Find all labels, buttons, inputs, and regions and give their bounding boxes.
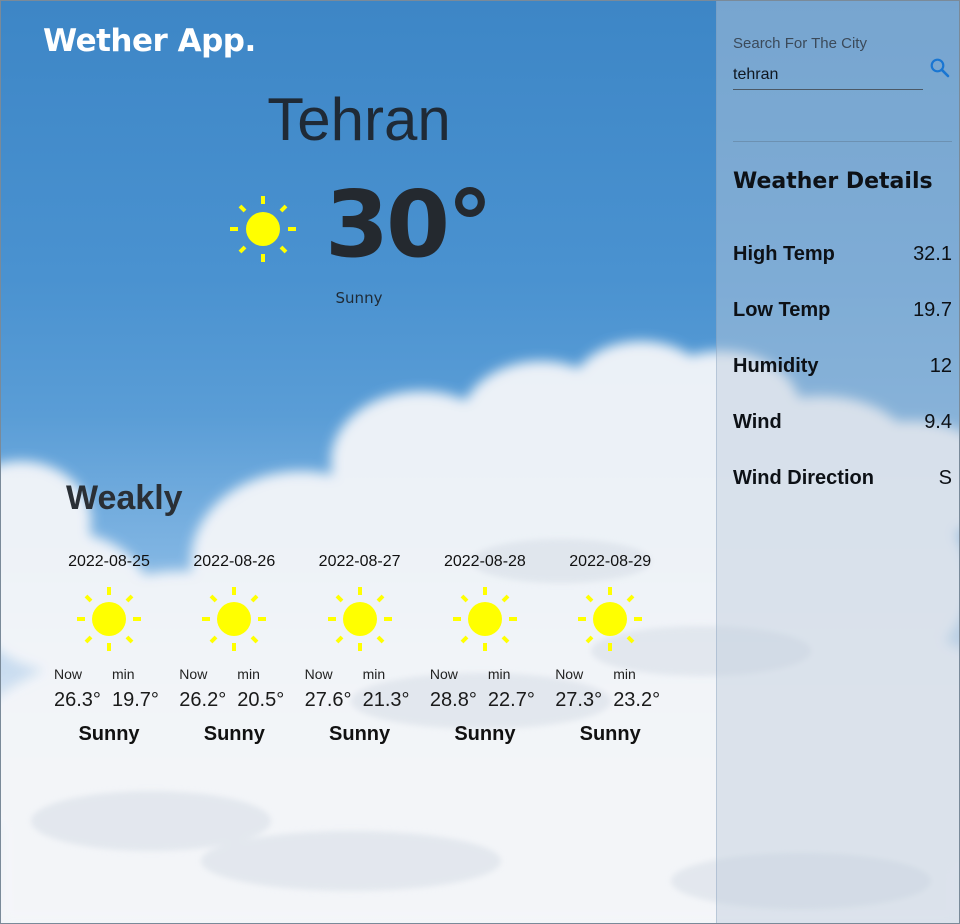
- now-temperature: 27.6°: [304, 689, 352, 711]
- min-temperature: 21.3°: [362, 689, 410, 711]
- search-label: Search For The City: [733, 35, 867, 52]
- details-sidebar: Search For The City Weather Details High…: [716, 1, 959, 923]
- detail-label: Wind: [733, 411, 782, 433]
- min-temperature: 20.5°: [237, 689, 285, 711]
- now-temperature: 26.2°: [179, 689, 227, 711]
- detail-label: Low Temp: [733, 299, 831, 321]
- detail-value: S: [938, 467, 952, 489]
- now-temperature: 27.3°: [555, 689, 603, 711]
- weekly-title: Weakly: [66, 479, 183, 517]
- forecast-date: 2022-08-27: [318, 553, 401, 570]
- detail-value: 19.7: [913, 299, 952, 321]
- now-temperature: 28.8°: [429, 689, 477, 711]
- forecast-date: 2022-08-26: [193, 553, 276, 570]
- sun-icon: [452, 587, 517, 651]
- current-temperature: 30°: [325, 171, 493, 278]
- forecast-date: 2022-08-28: [443, 553, 526, 570]
- now-label: Now: [429, 666, 458, 682]
- now-label: Now: [304, 666, 333, 682]
- city-search-input[interactable]: [733, 61, 923, 90]
- min-label: min: [362, 666, 386, 682]
- detail-row: Low Temp 19.7: [733, 299, 952, 325]
- sun-icon: [202, 587, 267, 651]
- forecast-condition: Sunny: [78, 723, 140, 745]
- detail-row: Wind Direction S: [733, 467, 952, 493]
- search-button[interactable]: [929, 57, 951, 79]
- search-icon: [930, 58, 950, 78]
- app-window: Wether App. Tehran 30° Sunny Weakly 2022…: [0, 0, 960, 924]
- min-temperature: 23.2°: [613, 689, 661, 711]
- app-logo-title: Wether App.: [43, 23, 256, 59]
- weather-details-title: Weather Details: [733, 169, 933, 194]
- now-label: Now: [54, 666, 83, 682]
- sun-icon: [230, 196, 296, 262]
- min-temperature: 19.7°: [112, 689, 159, 711]
- detail-row: Humidity 12: [733, 355, 952, 381]
- detail-value: 12: [929, 355, 952, 377]
- forecast-condition: Sunny: [329, 723, 391, 745]
- sun-icon: [578, 587, 643, 651]
- city-name: Tehran: [267, 86, 451, 153]
- detail-row: High Temp 32.1: [733, 243, 952, 269]
- now-label: Now: [555, 666, 584, 682]
- forecast-date: 2022-08-29: [569, 553, 652, 570]
- forecast-condition: Sunny: [454, 723, 516, 745]
- min-label: min: [112, 666, 135, 682]
- now-temperature: 26.3°: [54, 689, 101, 711]
- detail-row: Wind 9.4: [733, 411, 952, 437]
- detail-label: High Temp: [733, 243, 835, 265]
- current-condition: Sunny: [335, 289, 383, 307]
- sun-icon: [327, 587, 392, 651]
- sun-icon: [77, 587, 141, 651]
- min-label: min: [487, 666, 511, 682]
- detail-value: 32.1: [913, 243, 952, 265]
- min-temperature: 22.7°: [487, 689, 535, 711]
- now-label: Now: [179, 666, 208, 682]
- detail-label: Humidity: [733, 355, 819, 377]
- sidebar-divider: [733, 141, 952, 142]
- detail-label: Wind Direction: [733, 467, 874, 489]
- min-label: min: [613, 666, 636, 682]
- forecast-date: 2022-08-25: [68, 553, 150, 570]
- forecast-condition: Sunny: [203, 723, 265, 745]
- min-label: min: [237, 666, 260, 682]
- detail-value: 9.4: [924, 411, 952, 433]
- forecast-condition: Sunny: [579, 723, 641, 745]
